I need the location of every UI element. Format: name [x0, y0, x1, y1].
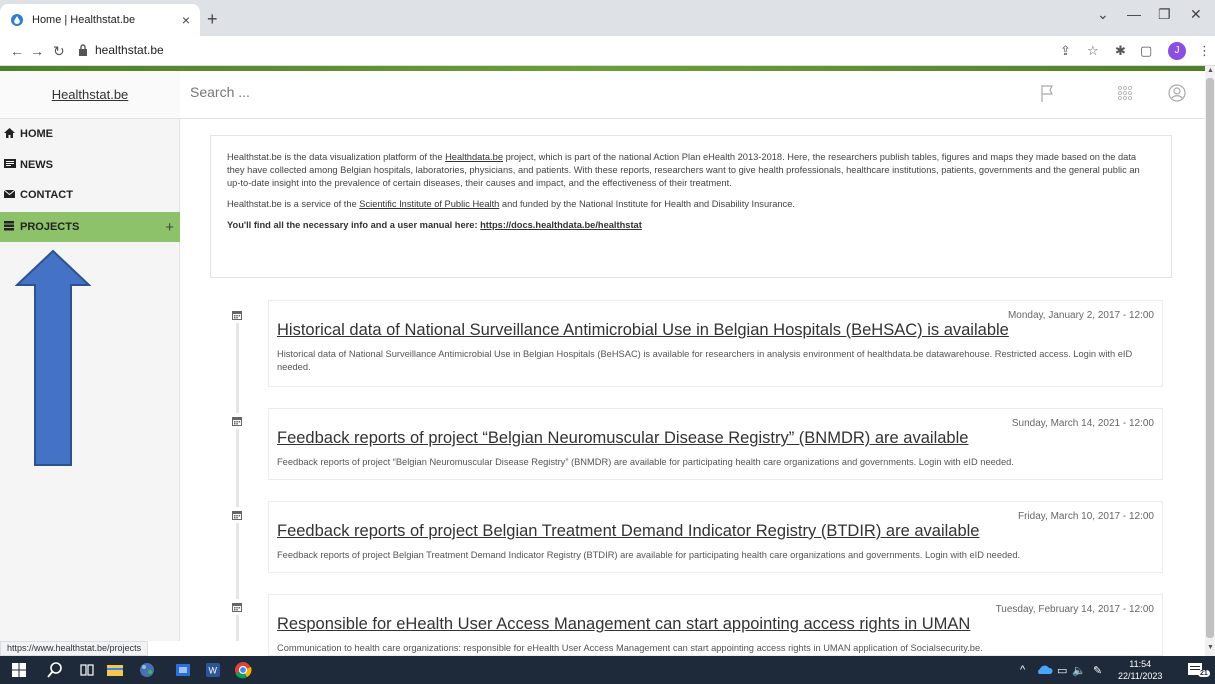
- clock-time: 11:54: [1129, 659, 1152, 669]
- news-title-link[interactable]: Feedback reports of project Belgian Trea…: [277, 522, 1154, 541]
- url-field[interactable]: healthstat.be: [95, 43, 164, 57]
- word-icon[interactable]: W: [204, 661, 222, 679]
- news-summary: Communication to health care organizatio…: [277, 643, 983, 653]
- share-icon[interactable]: ⇪: [1060, 43, 1071, 59]
- outlook-icon[interactable]: [174, 661, 192, 679]
- healthdata-link[interactable]: Healthdata.be: [445, 152, 503, 162]
- flag-icon[interactable]: [1040, 83, 1054, 103]
- timeline-line: [236, 320, 239, 641]
- reload-button[interactable]: ↻: [53, 43, 65, 60]
- task-view-icon[interactable]: [78, 661, 96, 679]
- link-status-bubble: https://www.healthstat.be/projects: [0, 641, 149, 656]
- apps-grid-icon[interactable]: [1117, 85, 1133, 101]
- chrome-icon[interactable]: [234, 661, 252, 679]
- news-summary: Feedback reports of project Belgian Trea…: [277, 550, 1021, 560]
- page-scrollbar[interactable]: ▲ ▼: [1205, 66, 1215, 656]
- news-card: Friday, March 10, 2017 - 12:00 Feedback …: [268, 501, 1163, 573]
- address-bar: ← → ↻ healthstat.be ⇪ ☆ ✱ ▢ J ⋮: [0, 36, 1215, 66]
- intro-paragraph: Healthstat.be is a service of the Scient…: [227, 199, 795, 209]
- browser-menu-icon[interactable]: ⋮: [1198, 43, 1211, 59]
- sidebar-item-contact[interactable]: CONTACT: [0, 180, 180, 210]
- browser-tab-bar: Home | Healthstat.be × + ⌄ — ❐ ✕: [0, 0, 1215, 36]
- drop-favicon-icon: [11, 14, 23, 26]
- forward-button[interactable]: →: [30, 43, 44, 59]
- sidebar-item-projects[interactable]: PROJECTS +: [0, 212, 180, 242]
- extensions-icon[interactable]: ✱: [1115, 43, 1126, 59]
- tab-search-icon[interactable]: ⌄: [1097, 6, 1109, 23]
- volume-icon[interactable]: 🔈: [1072, 664, 1086, 677]
- notification-badge: 21: [1198, 670, 1210, 677]
- tab-close-icon[interactable]: ×: [182, 12, 190, 28]
- search-header: Search ...: [180, 71, 1205, 119]
- search-input[interactable]: Search ...: [190, 84, 250, 100]
- windows-taskbar: W ^ ▭ 🔈 ✎ 11:54 22/11/2023 21: [0, 656, 1215, 684]
- tray-chevron-icon[interactable]: ^: [1020, 664, 1025, 676]
- news-title-link[interactable]: Historical data of National Surveillance…: [277, 321, 1154, 340]
- sidebar-item-news[interactable]: NEWS: [0, 150, 180, 180]
- up-arrow-annotation-icon: [15, 249, 91, 466]
- sidebar-item-label: HOME: [20, 128, 53, 140]
- scroll-up-icon[interactable]: ▲: [1207, 67, 1214, 74]
- manual-paragraph: You'll find all the necessary info and a…: [227, 220, 642, 230]
- news-summary: Feedback reports of project “Belgian Neu…: [277, 457, 1014, 467]
- search-icon[interactable]: [46, 661, 64, 679]
- news-card: Monday, January 2, 2017 - 12:00 Historic…: [268, 300, 1163, 387]
- scroll-down-icon[interactable]: ▼: [1207, 644, 1214, 651]
- news-date: Sunday, March 14, 2021 - 12:00: [1011, 418, 1154, 429]
- back-button[interactable]: ←: [10, 43, 24, 59]
- sidebar-item-label: PROJECTS: [20, 221, 80, 233]
- restore-button[interactable]: ❐: [1158, 6, 1171, 23]
- clock-date: 22/11/2023: [1118, 671, 1163, 681]
- sidebar: Healthstat.be HOME NEWS CONTACT PROJECTS…: [0, 71, 180, 641]
- side-panel-icon[interactable]: ▢: [1140, 43, 1152, 59]
- calendar-icon: [229, 413, 245, 429]
- calendar-icon: [229, 507, 245, 523]
- docs-link[interactable]: https://docs.healthdata.be/healthstat: [480, 220, 642, 230]
- sidebar-item-label: NEWS: [20, 159, 53, 171]
- site-brand-link[interactable]: Healthstat.be: [0, 71, 180, 119]
- news-card: Sunday, March 14, 2021 - 12:00 Feedback …: [268, 408, 1163, 480]
- calendar-icon: [229, 599, 245, 615]
- windows-start-icon[interactable]: [12, 663, 26, 677]
- expand-projects-button[interactable]: +: [165, 219, 174, 236]
- new-tab-button[interactable]: +: [207, 9, 218, 30]
- window-close-button[interactable]: ✕: [1190, 6, 1202, 23]
- intro-panel: Healthstat.be is the data visualization …: [210, 135, 1172, 278]
- svg-text:W: W: [209, 666, 218, 676]
- sidebar-item-home[interactable]: HOME: [0, 119, 180, 149]
- home-icon: [4, 127, 18, 141]
- news-title-link[interactable]: Feedback reports of project “Belgian Neu…: [277, 429, 1154, 448]
- news-icon: [4, 159, 18, 171]
- news-summary: Historical data of National Surveillance…: [277, 349, 1133, 372]
- sciensano-link[interactable]: Scientific Institute of Public Health: [359, 199, 499, 209]
- scrollbar-thumb[interactable]: [1206, 78, 1214, 638]
- onedrive-icon[interactable]: [1035, 663, 1053, 675]
- intro-paragraph: Healthstat.be is the data visualization …: [227, 152, 1140, 188]
- browser-tab[interactable]: Home | Healthstat.be ×: [0, 4, 200, 36]
- battery-icon[interactable]: ▭: [1057, 664, 1067, 677]
- news-title-link[interactable]: Responsible for eHealth User Access Mana…: [277, 615, 1154, 634]
- lock-icon: [79, 44, 87, 56]
- calendar-icon: [229, 307, 245, 323]
- profile-avatar[interactable]: J: [1168, 42, 1186, 60]
- file-explorer-icon[interactable]: [106, 661, 124, 679]
- taskbar-clock[interactable]: 11:54 22/11/2023: [1118, 658, 1162, 682]
- news-date: Friday, March 10, 2017 - 12:00: [1018, 511, 1154, 522]
- minimize-button[interactable]: —: [1127, 6, 1141, 22]
- user-icon[interactable]: [1167, 83, 1187, 103]
- tab-title: Home | Healthstat.be: [32, 14, 136, 26]
- pen-icon[interactable]: ✎: [1093, 664, 1102, 677]
- database-icon: [4, 220, 18, 234]
- news-date: Monday, January 2, 2017 - 12:00: [1007, 310, 1154, 321]
- news-card: Tuesday, February 14, 2017 - 12:00 Respo…: [268, 594, 1163, 656]
- sidebar-item-label: CONTACT: [20, 189, 73, 201]
- bookmark-star-icon[interactable]: ☆: [1087, 43, 1099, 59]
- envelope-icon: [3, 189, 18, 201]
- teams-icon[interactable]: [138, 661, 156, 679]
- news-date: Tuesday, February 14, 2017 - 12:00: [995, 604, 1154, 615]
